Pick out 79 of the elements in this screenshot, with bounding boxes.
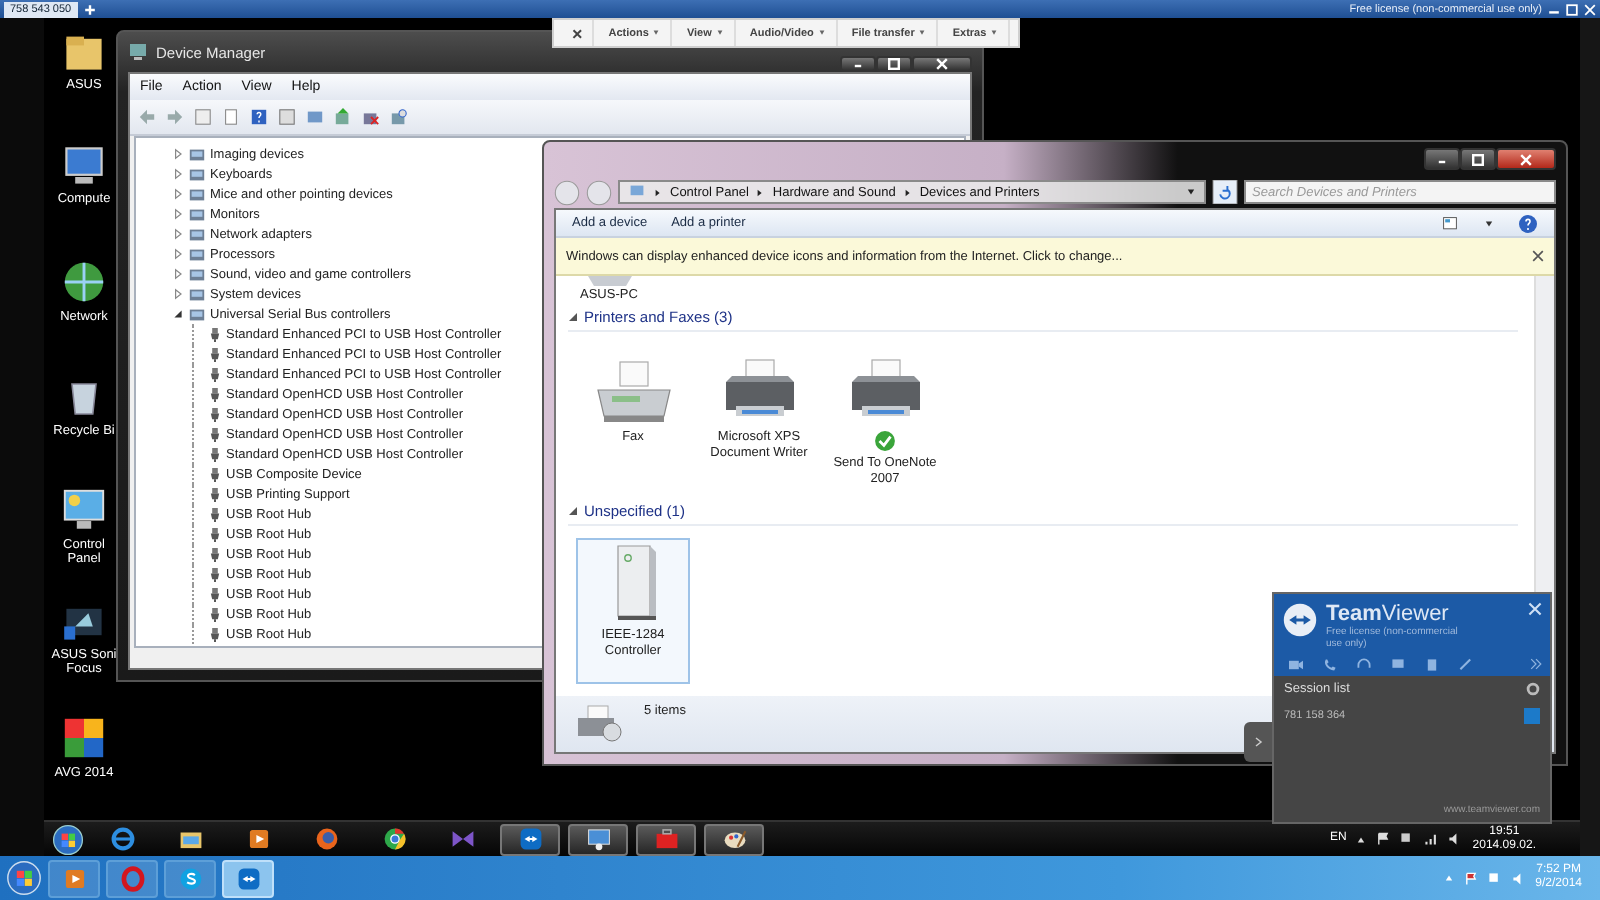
control-panel-icon [58,486,110,534]
skype-icon [177,865,203,891]
bowtie-icon [449,826,475,852]
globe-icon [60,258,108,306]
close-icon [936,58,948,70]
uninstall-icon[interactable] [390,108,408,126]
computer-icon [128,42,148,62]
file-icon[interactable] [1424,658,1440,672]
computer-icon [60,144,108,188]
opera-icon [119,865,145,891]
minimize-button[interactable] [840,56,876,72]
media-player-icon [245,826,271,852]
close-icon [1520,153,1532,165]
taskbar-button[interactable] [568,823,628,855]
paint-palette-icon [721,826,747,852]
start-orb-icon[interactable] [6,860,42,896]
teamviewer-icon [517,826,543,852]
dropdown-caret-icon[interactable] [1186,188,1196,196]
close-button[interactable] [1496,148,1556,170]
maximize-button[interactable] [1460,148,1496,170]
start-orb-icon[interactable] [52,823,84,855]
plus-icon[interactable] [83,3,96,15]
fax-machine-icon [591,357,675,426]
teamviewer-logo-icon [1282,602,1318,638]
document-icon[interactable] [222,108,240,126]
phone-icon[interactable] [1322,658,1338,672]
update-driver-icon[interactable] [334,108,352,126]
refresh-icon[interactable] [1212,180,1238,204]
flag-icon[interactable] [1376,832,1391,846]
taskbar-button[interactable] [704,823,764,855]
avg-logo-icon [60,714,108,762]
collapsed-triangle-icon[interactable] [172,288,184,300]
expanded-triangle-icon[interactable] [568,505,578,516]
gear-icon[interactable] [1526,682,1540,696]
teamviewer-icon [235,865,261,891]
disable-device-icon[interactable] [362,108,380,126]
collapsed-triangle-icon[interactable] [172,168,184,180]
expanded-triangle-icon[interactable] [172,308,184,320]
view-options-icon[interactable] [1440,215,1460,231]
chevron-right-icon [903,187,912,197]
panel-expand-tab[interactable] [1244,722,1272,762]
help-icon[interactable] [1518,213,1538,233]
help-icon[interactable] [250,108,268,126]
collapsed-triangle-icon[interactable] [172,188,184,200]
taskbar-button[interactable] [500,823,560,855]
chevron-double-right-icon[interactable] [1530,658,1542,670]
chevron-right-icon [756,187,765,197]
chrome-icon [381,826,407,852]
maximize-icon[interactable] [1566,3,1578,15]
expanded-triangle-icon[interactable] [568,311,578,322]
signal-bars-icon[interactable] [1424,832,1439,846]
browser-e-icon [109,826,135,852]
control-panel-icon [628,184,646,200]
headset-icon[interactable] [1356,658,1372,672]
close-button[interactable] [912,56,972,72]
close-session-button[interactable]: × [562,20,595,46]
video-camera-icon[interactable] [1288,658,1304,672]
minimize-icon [852,60,864,68]
collapsed-triangle-icon[interactable] [172,248,184,260]
maximize-icon [888,58,900,70]
dropdown-caret-icon[interactable] [1484,219,1494,227]
collapsed-triangle-icon[interactable] [172,148,184,160]
printer-camera-icon [576,704,628,744]
panel-title: TeamViewer [1326,602,1451,626]
firefox-icon [313,826,339,852]
minimize-icon [1436,155,1448,163]
collapsed-triangle-icon[interactable] [172,208,184,220]
media-player-icon [61,865,87,891]
maximize-button[interactable] [876,56,912,72]
maximize-icon [1472,153,1484,165]
collapsed-triangle-icon[interactable] [172,228,184,240]
devices-icon [585,826,611,852]
toolbox-icon [653,826,679,852]
close-icon[interactable] [1532,250,1544,262]
collapsed-triangle-icon[interactable] [172,268,184,280]
chevron-right-icon [1253,736,1263,748]
window-icon[interactable] [278,108,296,126]
caret-up-icon[interactable] [1356,835,1367,843]
chevron-right-icon [654,187,662,197]
